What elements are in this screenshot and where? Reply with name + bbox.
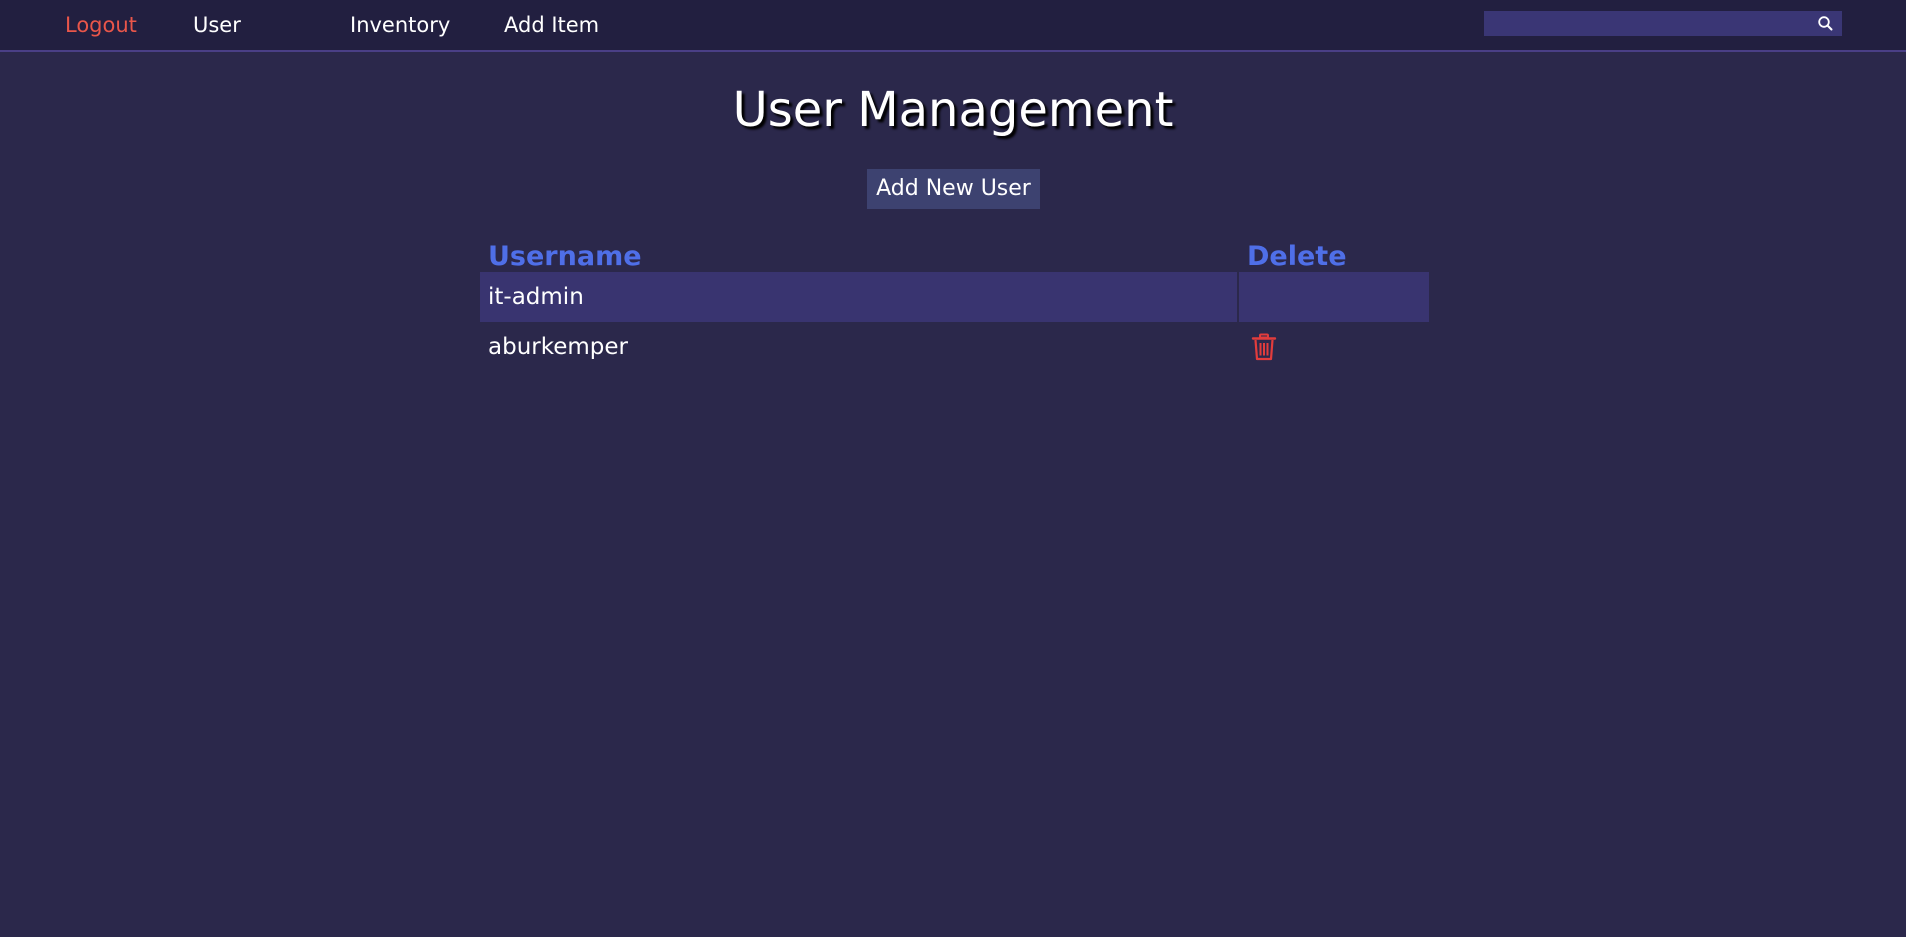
search-icon[interactable] <box>1817 15 1834 32</box>
nav-logout-link[interactable]: Logout <box>65 12 137 38</box>
column-header-delete: Delete <box>1247 241 1347 272</box>
add-new-user-button[interactable]: Add New User <box>867 169 1040 209</box>
nav-user-link[interactable]: User <box>193 12 241 38</box>
delete-cell <box>1239 322 1429 372</box>
username-cell: it-admin <box>480 272 1237 322</box>
table-header-row: Username Delete <box>480 235 1429 272</box>
delete-cell <box>1239 272 1429 322</box>
search-input[interactable] <box>1484 11 1809 36</box>
trash-icon[interactable] <box>1251 333 1277 361</box>
top-navigation-bar: Logout User Inventory Add Item <box>0 0 1906 52</box>
nav-add-item-link[interactable]: Add Item <box>504 12 599 38</box>
nav-inventory-link[interactable]: Inventory <box>350 12 450 38</box>
page-title: User Management <box>732 82 1174 138</box>
table-row[interactable]: aburkemper <box>480 322 1429 372</box>
username-cell: aburkemper <box>488 334 628 360</box>
column-header-username: Username <box>488 241 642 272</box>
user-table: Username Delete it-admin aburkemper <box>478 235 1431 372</box>
table-row[interactable]: it-admin <box>480 272 1429 322</box>
search-box <box>1484 11 1842 36</box>
